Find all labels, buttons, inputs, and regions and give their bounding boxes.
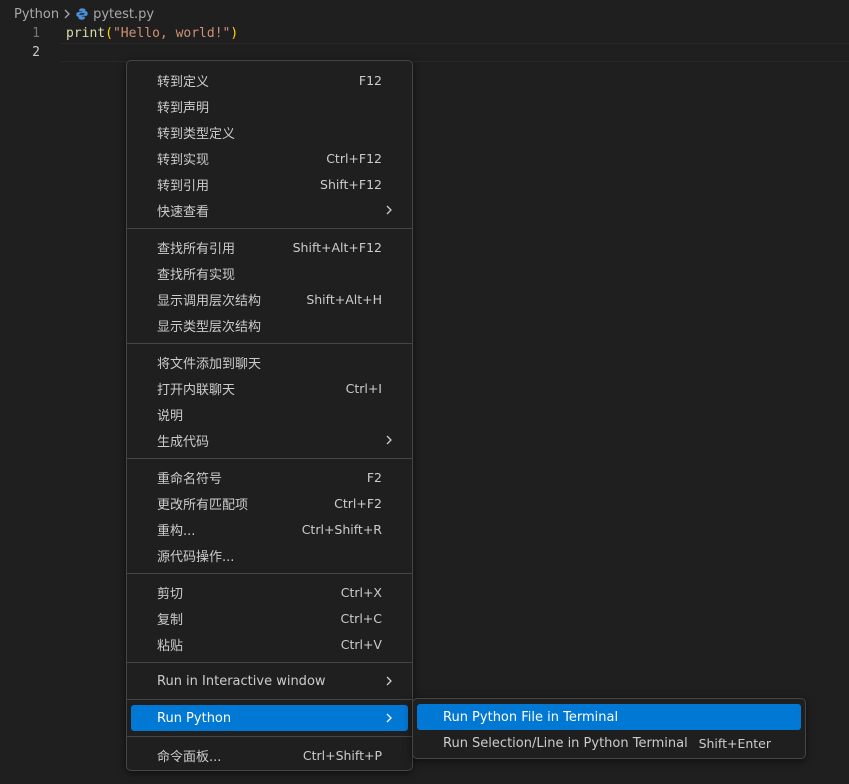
menu-separator <box>127 699 412 700</box>
line-number: 1 <box>32 26 40 41</box>
menu-item-item-1[interactable]: 转到声明 <box>131 93 408 119</box>
menu-item-label: 快速查看 <box>157 204 210 220</box>
menu-item-run-python[interactable]: Run Python <box>131 705 408 731</box>
python-file-icon <box>76 8 88 20</box>
menu-item-label: 显示调用层次结构 <box>157 293 262 309</box>
menu-item-shortcut: Ctrl+V <box>340 636 382 652</box>
menu-item-label: 命令面板... <box>157 749 222 765</box>
menu-item-run-in-interactive-window[interactable]: Run in Interactive window <box>131 668 408 694</box>
menu-separator <box>127 458 412 459</box>
code-paren-close: ) <box>230 26 239 41</box>
menu-item-label: 源代码操作... <box>157 549 235 565</box>
chevron-right-icon <box>386 676 392 686</box>
menu-item-shortcut: Shift+Alt+F12 <box>292 239 382 255</box>
menu-item-shortcut: F12 <box>358 72 382 88</box>
menu-item-shortcut: Shift+Enter <box>698 735 771 751</box>
menu-separator <box>127 736 412 737</box>
menu-item-item-5[interactable]: 快速查看 <box>131 197 408 223</box>
menu-item-label: Run Selection/Line in Python Terminal <box>443 735 688 751</box>
menu-item-item-23[interactable]: 命令面板... Ctrl+Shift+P <box>131 742 408 768</box>
chevron-right-icon <box>386 205 392 215</box>
menu-item-item-19[interactable]: 复制 Ctrl+C <box>131 605 408 631</box>
chevron-right-icon <box>64 9 70 19</box>
menu-item-item-14[interactable]: 重命名符号 F2 <box>131 464 408 490</box>
menu-item-item-15[interactable]: 更改所有匹配项 Ctrl+F2 <box>131 490 408 516</box>
menu-item-label: Run Python File in Terminal <box>443 709 619 725</box>
menu-item-item-10[interactable]: 将文件添加到聊天 <box>131 349 408 375</box>
code-text[interactable]: print("Hello, world!") <box>66 24 238 43</box>
menu-item-label: 生成代码 <box>157 434 210 450</box>
menu-item-item-4[interactable]: 转到引用 Shift+F12 <box>131 171 408 197</box>
menu-item-label: 转到引用 <box>157 178 210 194</box>
menu-item-label: 剪切 <box>157 586 184 602</box>
menu-separator <box>127 662 412 663</box>
menu-item-shortcut: Shift+F12 <box>320 176 382 192</box>
menu-item-item-12[interactable]: 说明 <box>131 401 408 427</box>
menu-item-item-13[interactable]: 生成代码 <box>131 427 408 453</box>
menu-item-item-8[interactable]: 显示调用层次结构 Shift+Alt+H <box>131 286 408 312</box>
menu-item-run-selection-line-in-python-terminal[interactable]: Run Selection/Line in Python Terminal Shi… <box>417 730 801 756</box>
menu-item-shortcut: Ctrl+Shift+R <box>301 521 382 537</box>
line-number: 2 <box>32 45 40 60</box>
run-python-submenu: Run Python File in Terminal Run Selection… <box>412 698 806 759</box>
chevron-right-icon <box>386 713 392 723</box>
menu-item-item-7[interactable]: 查找所有实现 <box>131 260 408 286</box>
menu-item-shortcut: Ctrl+X <box>340 584 382 600</box>
menu-item-item-18[interactable]: 剪切 Ctrl+X <box>131 579 408 605</box>
menu-item-run-python-file-in-terminal[interactable]: Run Python File in Terminal <box>417 704 801 730</box>
menu-item-item-9[interactable]: 显示类型层次结构 <box>131 312 408 338</box>
menu-item-item-11[interactable]: 打开内联聊天 Ctrl+I <box>131 375 408 401</box>
menu-item-item-2[interactable]: 转到类型定义 <box>131 119 408 145</box>
menu-item-item-20[interactable]: 粘贴 Ctrl+V <box>131 631 408 657</box>
menu-item-label: 显示类型层次结构 <box>157 319 262 335</box>
menu-item-shortcut: Ctrl+C <box>340 610 382 626</box>
code-paren-open: ( <box>105 26 113 41</box>
menu-item-label: 转到类型定义 <box>157 126 236 142</box>
menu-item-item-6[interactable]: 查找所有引用 Shift+Alt+F12 <box>131 234 408 260</box>
menu-item-label: 转到声明 <box>157 100 210 116</box>
menu-item-shortcut: Ctrl+F2 <box>334 495 382 511</box>
menu-separator <box>127 228 412 229</box>
code-string: "Hello, world!" <box>112 26 231 41</box>
code-function: print <box>66 26 106 41</box>
menu-item-label: 复制 <box>157 612 184 628</box>
menu-item-label: 转到定义 <box>157 74 210 90</box>
menu-separator <box>127 343 412 344</box>
menu-item-shortcut: F2 <box>366 469 382 485</box>
menu-item-label: 更改所有匹配项 <box>157 497 249 513</box>
breadcrumb: Python pytest.py <box>14 4 154 24</box>
menu-item-label: 说明 <box>157 408 184 424</box>
menu-item-item-16[interactable]: 重构... Ctrl+Shift+R <box>131 516 408 542</box>
menu-item-item-0[interactable]: 转到定义 F12 <box>131 67 408 93</box>
menu-item-label: 粘贴 <box>157 638 184 654</box>
menu-item-label: 打开内联聊天 <box>157 382 236 398</box>
menu-item-shortcut: Ctrl+Shift+P <box>302 747 382 763</box>
menu-item-label: 重构... <box>157 523 196 539</box>
breadcrumb-file[interactable]: pytest.py <box>93 7 154 22</box>
menu-item-shortcut: Shift+Alt+H <box>306 291 382 307</box>
menu-item-label: 将文件添加到聊天 <box>157 356 262 372</box>
editor-line[interactable]: 1 print("Hello, world!") <box>0 24 849 43</box>
menu-separator <box>127 573 412 574</box>
menu-item-label: 重命名符号 <box>157 471 223 487</box>
menu-item-label: 查找所有引用 <box>157 241 236 257</box>
menu-item-label: 转到实现 <box>157 152 210 168</box>
menu-item-shortcut: Ctrl+I <box>345 380 382 396</box>
menu-item-label: 查找所有实现 <box>157 267 236 283</box>
menu-item-label: Run Python <box>157 710 232 726</box>
menu-item-label: Run in Interactive window <box>157 673 326 689</box>
editor-context-menu: 转到定义 F12 转到声明转到类型定义 转到实现 Ctrl+F12 转到引用 Shift+F… <box>126 60 413 771</box>
menu-item-shortcut: Ctrl+F12 <box>326 150 382 166</box>
chevron-right-icon <box>386 435 392 445</box>
menu-item-item-3[interactable]: 转到实现 Ctrl+F12 <box>131 145 408 171</box>
menu-item-item-17[interactable]: 源代码操作... <box>131 542 408 568</box>
breadcrumb-folder[interactable]: Python <box>14 7 59 22</box>
